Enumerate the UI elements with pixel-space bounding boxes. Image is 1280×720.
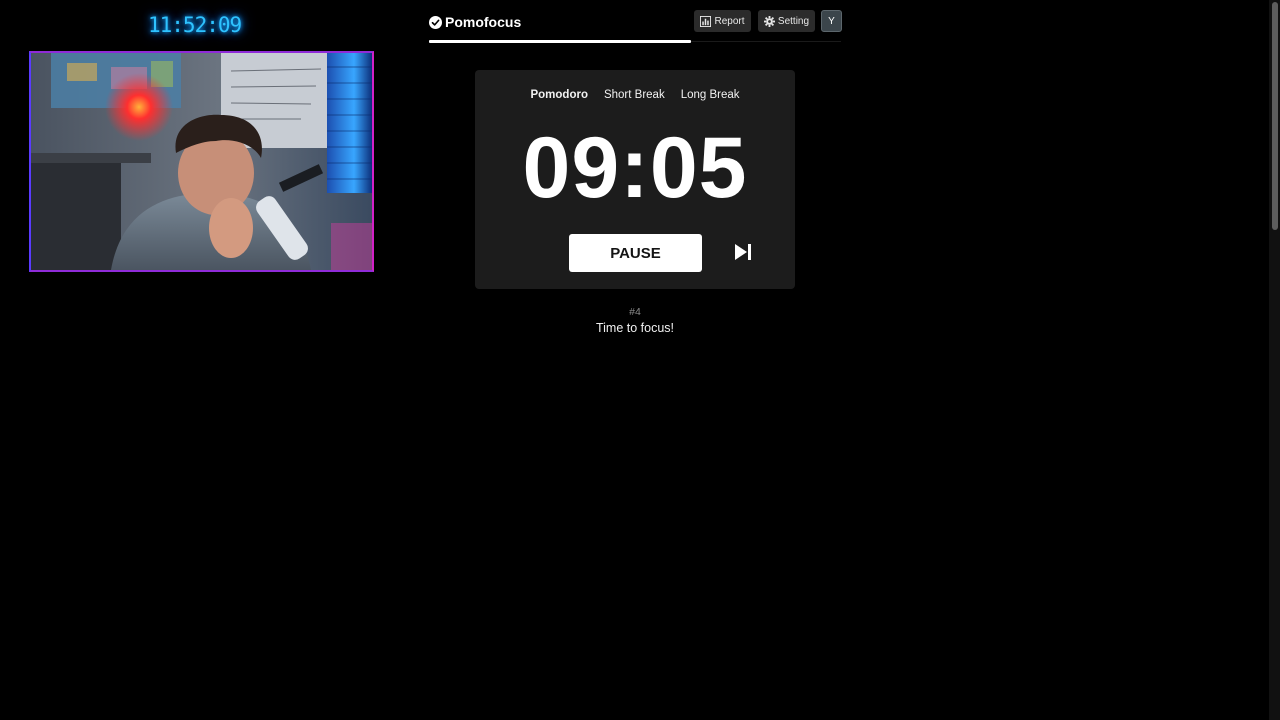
session-progress-bar [429, 40, 841, 43]
brand-name: Pomofocus [445, 14, 522, 30]
account-avatar-button[interactable]: Y [821, 10, 842, 32]
check-circle-icon [429, 15, 442, 29]
webcam-feed [29, 51, 374, 272]
scrollbar-thumb[interactable] [1272, 2, 1278, 230]
focus-message: Time to focus! [595, 321, 675, 335]
webcam-image [31, 53, 372, 270]
session-progress-fill [429, 40, 691, 43]
setting-button-label: Setting [777, 15, 810, 27]
pause-button[interactable]: PAUSE [569, 234, 702, 272]
gear-icon [763, 15, 775, 27]
pause-button-label: PAUSE [610, 244, 661, 262]
report-button[interactable]: Report [694, 10, 751, 32]
page-scrollbar[interactable] [1269, 0, 1280, 720]
mode-tab-short-break[interactable]: Short Break [604, 85, 665, 105]
setting-button[interactable]: Setting [758, 10, 815, 32]
app-brand[interactable]: Pomofocus [429, 12, 521, 32]
report-button-label: Report [714, 15, 745, 27]
avatar-initial: Y [828, 15, 835, 27]
skip-next-icon [735, 244, 751, 260]
mode-tab-long-break[interactable]: Long Break [681, 85, 740, 105]
screen: 11:52:09 Pomofocus Report Setting Y Pomo… [0, 0, 1280, 720]
stream-clock: 11:52:09 [148, 13, 242, 37]
skip-button[interactable] [732, 241, 754, 263]
bar-chart-icon [700, 15, 712, 27]
timer-display: 09:05 [522, 120, 748, 216]
timer-card: Pomodoro Short Break Long Break 09:05 PAUS… [475, 70, 795, 289]
session-counter[interactable]: #4 [475, 306, 795, 318]
mode-tabs: Pomodoro Short Break Long Break [475, 85, 795, 105]
mode-tab-pomodoro[interactable]: Pomodoro [530, 85, 588, 105]
